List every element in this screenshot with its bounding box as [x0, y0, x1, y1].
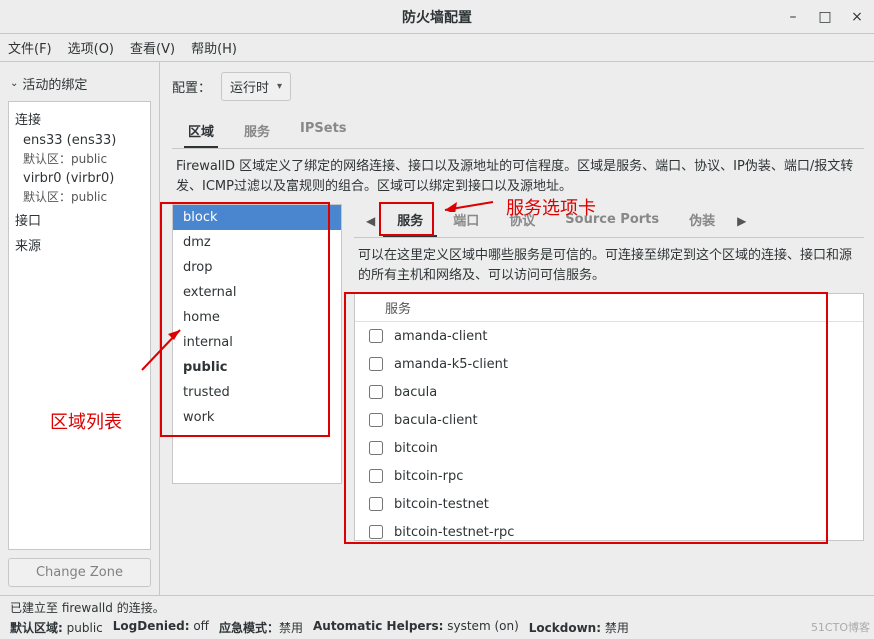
service-row: bitcoin-testnet-rpc [355, 518, 863, 541]
left-pane: ⌄ 活动的绑定 连接 ens33 (ens33) 默认区：public virb… [0, 62, 160, 595]
service-checkbox[interactable] [369, 497, 383, 511]
status-panic-label: 应急模式： [219, 621, 279, 635]
zone-item-internal[interactable]: internal [173, 330, 341, 355]
binding-item[interactable]: ens33 (ens33) [9, 131, 150, 150]
tab-zone[interactable]: 区域 [184, 115, 218, 148]
active-bindings-label: 活动的绑定 [22, 74, 87, 93]
zone-item-public[interactable]: public [173, 355, 341, 380]
service-checkbox[interactable] [369, 385, 383, 399]
service-label: amanda-k5-client [394, 357, 508, 372]
service-row: bitcoin-testnet [355, 490, 863, 518]
status-default-zone-value: public [67, 621, 103, 635]
config-label: 配置： [172, 77, 211, 96]
config-combo[interactable]: 运行时 ▾ [221, 72, 291, 101]
service-checkbox[interactable] [369, 525, 383, 539]
service-checkbox[interactable] [369, 441, 383, 455]
zone-right-pane: ◀ 服务 端口 协议 Source Ports 伪装 ▶ 可以在这里定义区域中哪… [354, 204, 864, 541]
watermark: 51CTO博客 [811, 619, 870, 635]
zone-list: block dmz drop external home internal pu… [172, 204, 342, 484]
subtab-services[interactable]: 服务 [383, 204, 437, 237]
status-logdenied-label: LogDenied: [113, 619, 190, 633]
tab-next-arrow-icon[interactable]: ▶ [731, 214, 752, 228]
service-label: bitcoin-testnet-rpc [394, 525, 514, 540]
service-row: bacula [355, 378, 863, 406]
window-title: 防火墙配置 [0, 7, 874, 27]
service-label: bitcoin [394, 441, 438, 456]
service-checkbox[interactable] [369, 469, 383, 483]
tab-prev-arrow-icon[interactable]: ◀ [360, 214, 381, 228]
menu-file[interactable]: 文件(F) [8, 38, 52, 57]
service-list-header: 服务 [355, 294, 863, 322]
service-row: bitcoin [355, 434, 863, 462]
service-label: bitcoin-testnet [394, 497, 489, 512]
service-row: bitcoin-rpc [355, 462, 863, 490]
service-row: amanda-k5-client [355, 350, 863, 378]
bindings-list: 连接 ens33 (ens33) 默认区：public virbr0 (virb… [8, 101, 151, 550]
config-value: 运行时 [230, 77, 269, 96]
service-label: bacula-client [394, 413, 478, 428]
service-checkbox[interactable] [369, 357, 383, 371]
zone-item-dmz[interactable]: dmz [173, 230, 341, 255]
chevron-down-icon: ⌄ [10, 78, 18, 89]
zone-item-block[interactable]: block [173, 205, 341, 230]
zone-item-home[interactable]: home [173, 305, 341, 330]
status-default-zone-label: 默认区域: [10, 621, 63, 635]
menubar: 文件(F) 选项(O) 查看(V) 帮助(H) [0, 34, 874, 62]
active-bindings-expander[interactable]: ⌄ 活动的绑定 [8, 70, 151, 101]
notebook-top: 区域 服务 IPSets [172, 111, 864, 149]
subtab-source-ports[interactable]: Source Ports [551, 206, 673, 235]
service-description: 可以在这里定义区域中哪些服务是可信的。可连接至绑定到这个区域的连接、接口和源的所… [354, 238, 864, 293]
status-autohelpers-value: system (on) [447, 619, 519, 633]
subtab-protocols[interactable]: 协议 [495, 204, 549, 237]
service-label: amanda-client [394, 329, 487, 344]
service-checkbox[interactable] [369, 413, 383, 427]
service-row: bacula-client [355, 406, 863, 434]
binding-item[interactable]: virbr0 (virbr0) [9, 169, 150, 188]
statusbar-info: 默认区域: public LogDenied: off 应急模式：禁用 Auto… [0, 617, 874, 639]
bindings-iface-heading: 接口 [9, 207, 150, 232]
menu-help[interactable]: 帮助(H) [191, 38, 237, 57]
service-label: bitcoin-rpc [394, 469, 463, 484]
service-label: bacula [394, 385, 437, 400]
bindings-sources-heading: 来源 [9, 232, 150, 257]
menu-view[interactable]: 查看(V) [130, 38, 175, 57]
chevron-down-icon: ▾ [277, 81, 282, 92]
service-list: 服务 amanda-client amanda-k5-client bacula… [354, 293, 864, 541]
titlebar: 防火墙配置 – □ × [0, 0, 874, 34]
status-autohelpers-label: Automatic Helpers: [313, 619, 443, 633]
service-checkbox[interactable] [369, 329, 383, 343]
zone-item-work[interactable]: work [173, 405, 341, 430]
tab-services[interactable]: 服务 [240, 115, 274, 148]
subtab-ports[interactable]: 端口 [439, 204, 493, 237]
close-button[interactable]: × [846, 6, 868, 28]
subtab-masq[interactable]: 伪装 [675, 204, 729, 237]
status-panic-value: 禁用 [279, 621, 303, 635]
zone-item-external[interactable]: external [173, 280, 341, 305]
notebook-sub: ◀ 服务 端口 协议 Source Ports 伪装 ▶ [354, 204, 864, 238]
status-lockdown-label: Lockdown: [529, 621, 601, 635]
right-pane: 配置： 运行时 ▾ 区域 服务 IPSets FirewallD 区域定义了绑定… [160, 62, 874, 595]
binding-sub: 默认区：public [9, 188, 150, 207]
status-lockdown-value: 禁用 [605, 621, 629, 635]
change-zone-button[interactable]: Change Zone [8, 558, 151, 587]
minimize-button[interactable]: – [782, 6, 804, 28]
maximize-button[interactable]: □ [814, 6, 836, 28]
zone-description: FirewallD 区域定义了绑定的网络连接、接口以及源地址的可信程度。区域是服… [172, 157, 864, 204]
tab-ipsets[interactable]: IPSets [296, 115, 351, 148]
zone-item-drop[interactable]: drop [173, 255, 341, 280]
status-logdenied-value: off [193, 619, 209, 633]
statusbar-connection: 已建立至 firewalld 的连接。 [0, 595, 874, 617]
bindings-conn-heading: 连接 [9, 106, 150, 131]
content: ⌄ 活动的绑定 连接 ens33 (ens33) 默认区：public virb… [0, 62, 874, 595]
zone-item-trusted[interactable]: trusted [173, 380, 341, 405]
binding-sub: 默认区：public [9, 150, 150, 169]
service-row: amanda-client [355, 322, 863, 350]
menu-options[interactable]: 选项(O) [68, 38, 114, 57]
